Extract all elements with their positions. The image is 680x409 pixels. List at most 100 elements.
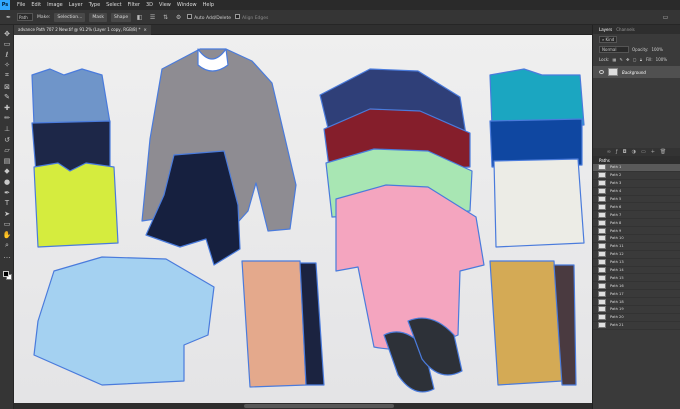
menu-image[interactable]: Image — [44, 2, 66, 8]
menu-edit[interactable]: Edit — [28, 2, 44, 8]
path-row[interactable]: Path 11 — [593, 243, 680, 251]
type-icon[interactable]: T — [2, 199, 12, 208]
path-thumbnail — [598, 227, 606, 234]
path-thumbnail — [598, 298, 606, 305]
zoom-icon[interactable]: ⌕ — [2, 241, 12, 250]
layer-filter-row: ⌕ Kind — [593, 34, 680, 44]
menu-view[interactable]: View — [156, 2, 174, 8]
new-layer-icon[interactable]: + — [651, 149, 655, 155]
workspace-icon[interactable]: ▭ — [661, 13, 670, 22]
path-row[interactable]: Path 4 — [593, 188, 680, 196]
brush-icon[interactable]: ✏ — [2, 114, 12, 123]
opacity-label: Opacity: — [632, 46, 649, 52]
gear-icon[interactable]: ⚙ — [174, 13, 183, 22]
path-row[interactable]: Path 17 — [593, 290, 680, 299]
canvas[interactable] — [14, 35, 592, 403]
menu-layer[interactable]: Layer — [66, 2, 86, 8]
close-tab-icon[interactable]: × — [144, 27, 147, 32]
path-row[interactable]: Path 5 — [593, 196, 680, 204]
blur-icon[interactable]: ◆ — [2, 167, 12, 176]
link-icon[interactable]: ∞ — [607, 149, 611, 155]
path-thumbnail — [598, 235, 606, 242]
horizontal-scrollbar[interactable] — [14, 403, 592, 409]
path-row[interactable]: Path 14 — [593, 267, 680, 275]
visibility-eye-icon[interactable] — [599, 70, 604, 74]
paths-panel-title[interactable]: Paths — [599, 158, 610, 163]
dodge-icon[interactable]: ● — [2, 177, 12, 186]
stamp-icon[interactable]: ⊥ — [2, 124, 12, 133]
foreground-color-swatch[interactable] — [3, 271, 9, 277]
adjustment-icon[interactable]: ◑ — [632, 149, 636, 155]
frame-icon[interactable]: ⊠ — [2, 82, 12, 91]
opacity-value[interactable]: 100% — [651, 47, 662, 52]
artboard-icon[interactable]: ▭ — [2, 40, 12, 49]
lasso-icon[interactable]: ℓ — [2, 50, 12, 59]
mask-icon[interactable]: ◘ — [623, 149, 627, 155]
trash-icon[interactable]: 🗑︎ — [660, 149, 666, 155]
fill-value[interactable]: 100% — [656, 57, 667, 62]
align-edges-checkbox[interactable]: Align Edges — [235, 13, 268, 21]
make-shape-button[interactable]: Shape — [111, 12, 132, 22]
path-row[interactable]: Path 20 — [593, 314, 680, 322]
hand-icon[interactable]: ✋ — [2, 230, 12, 239]
crop-icon[interactable]: ⌗ — [2, 71, 12, 80]
path-thumbnail — [598, 251, 606, 258]
path-row[interactable]: Path 18 — [593, 298, 680, 307]
lock-row: Lock: ▦ ✎ ✥ ▢ 🔒︎ Fill: 100% — [593, 54, 680, 64]
eyedropper-icon[interactable]: ✎ — [2, 93, 12, 102]
path-row[interactable]: Path 15 — [593, 274, 680, 283]
menu-type[interactable]: Type — [86, 2, 103, 8]
path-alignment-icon[interactable]: ☰ — [148, 13, 157, 22]
folder-icon[interactable]: ▭ — [641, 149, 646, 155]
more-tools-icon[interactable]: … — [2, 252, 12, 261]
layer-row-background[interactable]: Background — [593, 66, 680, 78]
tab-layers[interactable]: Layers — [599, 27, 612, 32]
lock-icons[interactable]: ▦ ✎ ✥ ▢ 🔒︎ — [612, 57, 642, 62]
path-thumbnail — [598, 164, 606, 171]
path-arrangement-icon[interactable]: ⇅ — [161, 13, 170, 22]
menu-filter[interactable]: Filter — [125, 2, 143, 8]
history-brush-icon[interactable]: ↺ — [2, 135, 12, 144]
move-tool-icon[interactable]: ✥ — [2, 29, 12, 38]
path-row[interactable]: Path 21 — [593, 322, 680, 330]
menu-3d[interactable]: 3D — [143, 2, 156, 8]
path-row[interactable]: Path 9 — [593, 227, 680, 236]
path-operations-icon[interactable]: ◧ — [135, 13, 144, 22]
path-row[interactable]: Path 8 — [593, 219, 680, 228]
gradient-icon[interactable]: ▤ — [2, 156, 12, 165]
layer-kind-filter[interactable]: ⌕ Kind — [599, 35, 618, 43]
path-row[interactable]: Path 1 — [593, 164, 680, 172]
path-row[interactable]: Path 19 — [593, 306, 680, 314]
rectangle-icon[interactable]: ▭ — [2, 220, 12, 229]
document-tab[interactable]: advance Path 707 2 New.tif @ 91.2% (Laye… — [14, 24, 151, 35]
path-row[interactable]: Path 7 — [593, 211, 680, 220]
make-selection-button[interactable]: Selection... — [54, 12, 86, 22]
healing-icon[interactable]: ✚ — [2, 103, 12, 112]
path-row[interactable]: Path 12 — [593, 251, 680, 259]
eraser-icon[interactable]: ▱ — [2, 146, 12, 155]
quick-select-icon[interactable]: ✧ — [2, 61, 12, 70]
scrollbar-thumb[interactable] — [244, 404, 394, 408]
path-row[interactable]: Path 6 — [593, 203, 680, 212]
tab-channels[interactable]: Channels — [616, 27, 635, 32]
path-row[interactable]: Path 10 — [593, 235, 680, 243]
pen-icon[interactable]: ✒ — [2, 188, 12, 197]
menu-window[interactable]: Window — [174, 2, 200, 8]
path-row[interactable]: Path 2 — [593, 172, 680, 180]
menu-file[interactable]: File — [14, 2, 28, 8]
make-mask-button[interactable]: Mask — [89, 12, 107, 22]
pen-tool-icon[interactable]: ✒ — [4, 13, 13, 22]
path-select-icon[interactable]: ➤ — [2, 209, 12, 218]
menu-select[interactable]: Select — [103, 2, 124, 8]
menu-help[interactable]: Help — [200, 2, 217, 8]
path-name: Path 20 — [610, 315, 624, 320]
auto-add-delete-checkbox[interactable]: Auto Add/Delete — [187, 13, 231, 21]
path-row[interactable]: Path 13 — [593, 259, 680, 267]
tool-mode-select[interactable]: Path — [17, 13, 33, 21]
fx-icon[interactable]: ƒ — [616, 149, 618, 155]
path-row[interactable]: Path 3 — [593, 180, 680, 188]
path-row[interactable]: Path 16 — [593, 282, 680, 291]
document-title: advance Path 707 2 New.tif @ 91.2% (Laye… — [18, 27, 141, 32]
layer-name[interactable]: Background — [622, 70, 646, 75]
blend-mode-select[interactable]: Normal — [599, 45, 629, 53]
